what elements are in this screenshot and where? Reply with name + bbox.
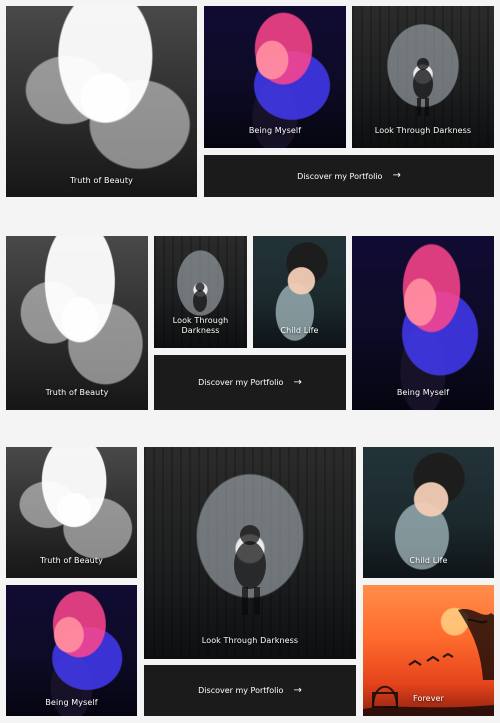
tile-being-myself[interactable]: Being Myself (204, 6, 346, 148)
tile-caption: Child Life (280, 326, 319, 335)
tile-caption-line-2: Darkness (181, 326, 220, 335)
arrow-right-icon: → (392, 170, 401, 181)
tile-caption: Being Myself (396, 388, 450, 397)
tile-caption: Being Myself (45, 698, 98, 707)
tile-caption-line-1: Look Through (172, 316, 229, 325)
arrow-right-icon: → (293, 376, 302, 388)
arrow-right-icon: → (293, 684, 302, 696)
tile-caption: Being Myself (248, 126, 302, 135)
cta-label: Discover my Portfolio (198, 378, 284, 387)
tile-truth-of-beauty[interactable]: Truth of Beauty (6, 6, 197, 197)
cta-label: Discover my Portfolio (297, 171, 383, 181)
tile-being-myself[interactable]: Being Myself (352, 236, 494, 410)
tile-look-through-darkness[interactable]: Look Through Darkness (154, 236, 247, 348)
tile-child-life[interactable]: Child Life (253, 236, 346, 348)
tile-caption: Look Through Darkness (201, 636, 299, 645)
tile-caption: Truth of Beauty (70, 176, 133, 185)
cta-label: Discover my Portfolio (198, 686, 284, 695)
tile-truth-of-beauty[interactable]: Truth of Beauty (6, 447, 137, 578)
discover-portfolio-button[interactable]: Discover my Portfolio → (204, 155, 494, 197)
tile-caption: Truth of Beauty (45, 388, 109, 397)
tile-truth-of-beauty[interactable]: Truth of Beauty (6, 236, 148, 410)
tile-look-through-darkness[interactable]: Look Through Darkness (352, 6, 494, 148)
tile-child-life[interactable]: Child Life (363, 447, 494, 578)
tile-look-through-darkness[interactable]: Look Through Darkness (144, 447, 356, 659)
discover-portfolio-button[interactable]: Discover my Portfolio → (144, 665, 356, 716)
tile-caption: Truth of Beauty (40, 556, 103, 565)
tile-caption: Child Life (409, 556, 448, 565)
tile-being-myself[interactable]: Being Myself (6, 585, 137, 716)
silhouette-figure-icon (234, 525, 266, 615)
tile-caption: Look Through Darkness (374, 126, 472, 135)
tile-caption: Forever (413, 694, 444, 703)
tile-caption: Look Through Darkness (154, 316, 247, 336)
discover-portfolio-button[interactable]: Discover my Portfolio → (154, 355, 346, 410)
tile-forever[interactable]: Forever (363, 585, 494, 716)
